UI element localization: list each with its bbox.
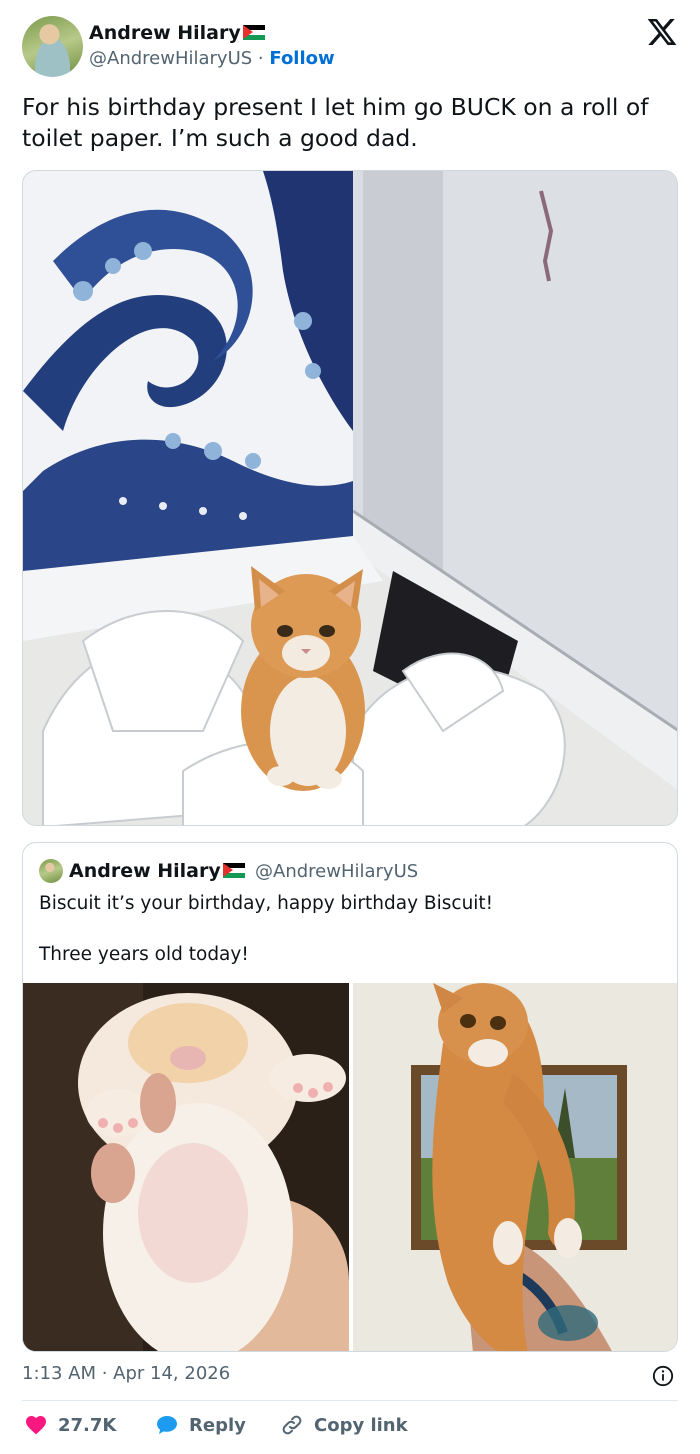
tweet-embed-card: Andrew Hilary @AndrewHilaryUS · Follow F… (0, 0, 700, 1454)
quoted-author-name: Andrew Hilary (69, 860, 245, 882)
x-logo-icon[interactable] (646, 16, 678, 48)
author-name-text[interactable]: Andrew Hilary (89, 22, 241, 44)
copy-link-label: Copy link (314, 1414, 408, 1436)
quoted-author-avatar (39, 859, 63, 883)
quoted-author-name-text: Andrew Hilary (69, 860, 221, 882)
like-button[interactable]: 27.7K (24, 1413, 116, 1437)
quoted-tweet-text-line1: Biscuit it’s your birthday, happy birthd… (39, 893, 494, 914)
author-name[interactable]: Andrew Hilary (89, 22, 265, 44)
flag-icon (242, 25, 265, 40)
quoted-photo-cat-held-up[interactable] (353, 983, 677, 1351)
link-icon (282, 1415, 302, 1435)
kitten-illustration (23, 983, 349, 1351)
author-handle[interactable]: @AndrewHilaryUS (89, 48, 252, 69)
info-icon[interactable] (652, 1365, 674, 1387)
cat-held-illustration (353, 983, 677, 1351)
quoted-author-handle: @AndrewHilaryUS (255, 861, 419, 882)
follow-button[interactable]: Follow (269, 48, 334, 69)
speech-bubble-icon (157, 1416, 177, 1434)
handle-separator: · (257, 48, 264, 69)
author-handle-line: @AndrewHilaryUS · Follow (89, 48, 335, 69)
tweet-timestamp[interactable]: 1:13 AM · Apr 14, 2026 (22, 1363, 230, 1384)
flag-icon (222, 863, 245, 878)
tweet-photo-cat-in-toilet-paper[interactable] (22, 170, 678, 826)
photo-illustration (23, 171, 677, 825)
quoted-photo-kitten[interactable] (23, 983, 349, 1351)
quoted-tweet-text-line2: Three years old today! (39, 944, 249, 965)
copy-link-button[interactable]: Copy link (280, 1413, 408, 1437)
reply-button[interactable]: Reply (155, 1413, 246, 1437)
heart-icon (26, 1416, 46, 1435)
footer-divider (22, 1400, 678, 1401)
reply-label: Reply (189, 1414, 246, 1436)
tweet-text: For his birthday present I let him go BU… (22, 93, 649, 152)
like-count: 27.7K (58, 1414, 117, 1436)
quoted-tweet[interactable]: Andrew Hilary @AndrewHilaryUS Biscuit it… (22, 842, 678, 1352)
author-avatar[interactable] (22, 16, 83, 77)
